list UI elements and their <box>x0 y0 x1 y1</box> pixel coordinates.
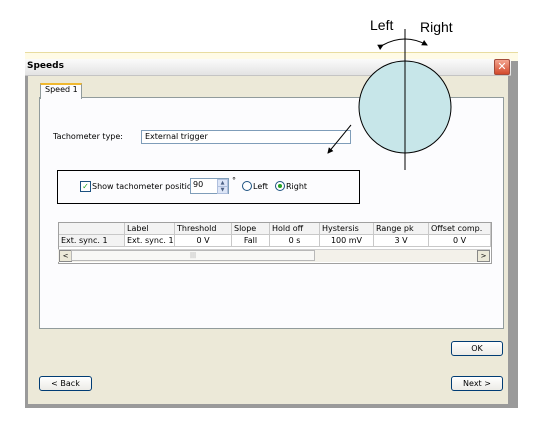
annotation-left-label: Left <box>370 17 394 33</box>
pointer-arrow-icon <box>327 124 352 154</box>
annotation-overlay <box>327 29 452 170</box>
annotation-right-label: Right <box>420 19 453 35</box>
